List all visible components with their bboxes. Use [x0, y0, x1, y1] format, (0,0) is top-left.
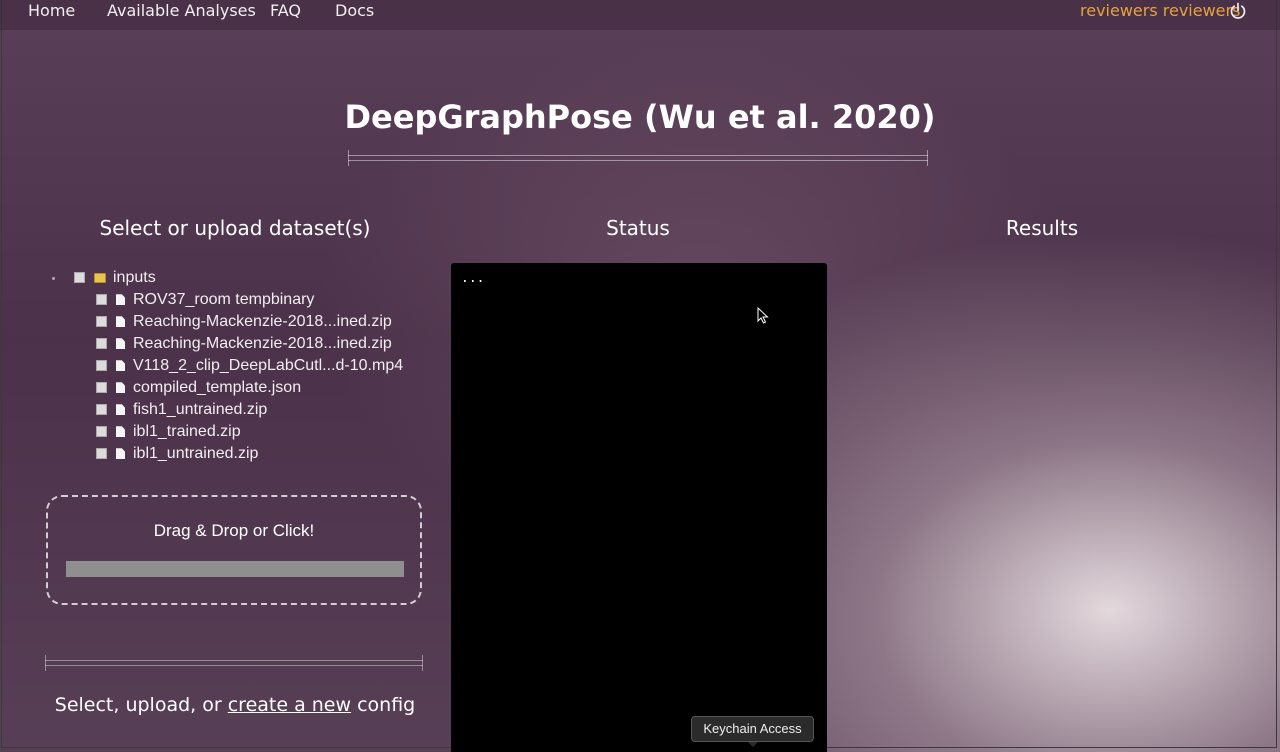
tree-item-label: Reaching-Mackenzie-2018...ined.zip — [133, 335, 392, 352]
power-icon[interactable] — [1229, 2, 1247, 20]
tree-item-label: ROV37_room tempbinary — [133, 291, 315, 308]
config-heading: Select, upload, or create a new config — [0, 694, 470, 716]
checkbox[interactable] — [96, 426, 107, 438]
nav-faq[interactable]: FAQ — [270, 1, 301, 20]
status-heading: Status — [606, 216, 670, 240]
config-prefix: Select, upload, or — [54, 694, 228, 716]
user-menu[interactable]: reviewers reviewers — [1080, 1, 1240, 20]
tree-root[interactable]: inputs — [74, 268, 156, 288]
status-text: ... — [461, 271, 485, 286]
title-divider — [348, 150, 928, 166]
mouse-cursor-icon — [757, 307, 769, 324]
file-icon — [116, 448, 125, 460]
expander-icon[interactable] — [52, 277, 55, 280]
page-title: DeepGraphPose (Wu et al. 2020) — [344, 98, 936, 136]
tree-item-label: compiled_template.json — [133, 379, 302, 396]
status-console: ... — [451, 263, 827, 752]
tree-item-label: ibl1_untrained.zip — [133, 445, 259, 462]
nav-docs[interactable]: Docs — [335, 1, 374, 20]
tree-item[interactable]: Reaching-Mackenzie-2018...ined.zip — [96, 334, 392, 354]
upload-dropzone[interactable]: Drag & Drop or Click! — [46, 495, 422, 605]
tree-item-label: ibl1_trained.zip — [133, 423, 241, 440]
file-icon — [116, 360, 125, 372]
section-divider — [45, 655, 423, 671]
dock-tooltip: Keychain Access — [691, 716, 814, 747]
tree-root-label: inputs — [113, 269, 156, 286]
upload-progress-bar — [66, 561, 404, 577]
tree-item[interactable]: fish1_untrained.zip — [96, 400, 267, 420]
checkbox[interactable] — [96, 360, 107, 372]
dropzone-label: Drag & Drop or Click! — [153, 521, 315, 540]
nav-home[interactable]: Home — [28, 1, 75, 20]
tree-item-label: Reaching-Mackenzie-2018...ined.zip — [133, 313, 392, 330]
results-heading: Results — [1005, 216, 1079, 240]
create-config-link[interactable]: create a new — [228, 694, 351, 716]
navbar: Home Available Analyses FAQ Docs reviewe… — [0, 0, 1280, 30]
checkbox[interactable] — [96, 338, 107, 350]
tree-item[interactable]: Reaching-Mackenzie-2018...ined.zip — [96, 312, 392, 332]
checkbox[interactable] — [96, 294, 107, 306]
config-suffix: config — [351, 694, 416, 716]
file-icon — [116, 316, 125, 328]
checkbox[interactable] — [96, 448, 107, 460]
file-icon — [116, 338, 125, 350]
file-icon — [116, 426, 125, 438]
tooltip-text: Keychain Access — [703, 721, 802, 736]
nav-available-analyses[interactable]: Available Analyses — [107, 1, 256, 20]
dataset-heading: Select or upload dataset(s) — [99, 216, 371, 240]
file-icon — [116, 294, 125, 306]
file-icon — [116, 382, 125, 394]
tree-item[interactable]: compiled_template.json — [96, 378, 301, 398]
folder-icon — [94, 272, 106, 283]
tree-item[interactable]: ibl1_trained.zip — [96, 422, 241, 442]
tree-item[interactable]: ibl1_untrained.zip — [96, 444, 258, 464]
file-icon — [116, 404, 125, 416]
checkbox[interactable] — [96, 316, 107, 328]
checkbox[interactable] — [74, 272, 85, 284]
checkbox[interactable] — [96, 404, 107, 416]
tree-item-label: V118_2_clip_DeepLabCutl...d-10.mp4 — [133, 357, 404, 374]
tree-item[interactable]: V118_2_clip_DeepLabCutl...d-10.mp4 — [96, 356, 403, 376]
checkbox[interactable] — [96, 382, 107, 394]
tree-item[interactable]: ROV37_room tempbinary — [96, 290, 314, 310]
tree-item-label: fish1_untrained.zip — [133, 401, 268, 418]
